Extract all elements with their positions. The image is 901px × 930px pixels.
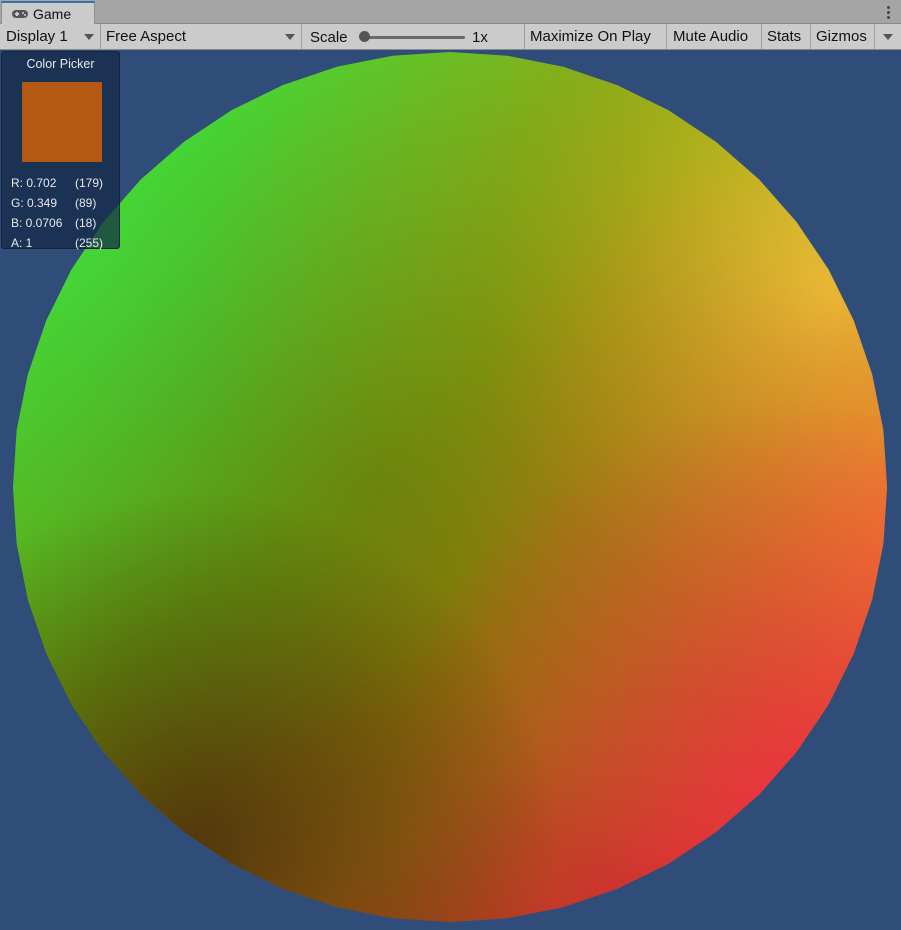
gizmos-toggle[interactable]: Gizmos bbox=[811, 24, 875, 49]
mute-label: Mute Audio bbox=[673, 28, 749, 45]
gamepad-icon bbox=[12, 9, 28, 18]
red-value: R: 0.702 bbox=[11, 176, 57, 190]
gizmos-label: Gizmos bbox=[816, 28, 867, 45]
scale-value: 1x bbox=[472, 29, 488, 46]
red-byte: (179) bbox=[75, 176, 104, 190]
green-channel-row: G: 0.349 (89) bbox=[11, 196, 121, 214]
tab-label: Game bbox=[33, 5, 72, 22]
game-toolbar: Display 1 Free Aspect Scale 1x Maximize … bbox=[0, 24, 901, 50]
display-label: Display 1 bbox=[6, 28, 68, 45]
alpha-byte: (255) bbox=[75, 236, 104, 250]
aspect-dropdown[interactable]: Free Aspect bbox=[101, 24, 302, 49]
scale-slider-track[interactable] bbox=[365, 36, 465, 39]
green-byte: (89) bbox=[75, 196, 97, 210]
scale-slider-handle[interactable] bbox=[359, 31, 370, 42]
game-viewport[interactable]: Color Picker R: 0.702 (179) G: 0.349 (89… bbox=[0, 50, 901, 930]
maximize-on-play-toggle[interactable]: Maximize On Play bbox=[525, 24, 667, 49]
color-swatch bbox=[22, 82, 102, 162]
alpha-channel-row: A: 1 (255) bbox=[11, 236, 121, 254]
tab-bar: Game bbox=[0, 0, 901, 24]
stats-toggle[interactable]: Stats bbox=[762, 24, 811, 49]
maximize-label: Maximize On Play bbox=[530, 28, 651, 45]
gizmos-dropdown[interactable] bbox=[875, 24, 901, 49]
display-dropdown[interactable]: Display 1 bbox=[0, 24, 101, 49]
blue-byte: (18) bbox=[75, 216, 97, 230]
stats-label: Stats bbox=[767, 28, 802, 45]
sphere-render bbox=[13, 52, 887, 922]
chevron-down-icon bbox=[285, 34, 295, 40]
blue-value: B: 0.0706 bbox=[11, 216, 63, 230]
color-picker-panel: Color Picker R: 0.702 (179) G: 0.349 (89… bbox=[1, 51, 121, 250]
alpha-value: A: 1 bbox=[11, 236, 33, 250]
chevron-down-icon bbox=[883, 34, 893, 40]
red-channel-row: R: 0.702 (179) bbox=[11, 176, 121, 194]
green-value: G: 0.349 bbox=[11, 196, 58, 210]
scale-label: Scale bbox=[310, 29, 348, 46]
blue-channel-row: B: 0.0706 (18) bbox=[11, 216, 121, 234]
kebab-menu-icon[interactable] bbox=[881, 3, 895, 21]
color-picker-title: Color Picker bbox=[26, 57, 95, 71]
tab-game[interactable]: Game bbox=[1, 1, 95, 24]
chevron-down-icon bbox=[84, 34, 94, 40]
aspect-label: Free Aspect bbox=[106, 28, 187, 45]
mute-audio-toggle[interactable]: Mute Audio bbox=[667, 24, 762, 49]
